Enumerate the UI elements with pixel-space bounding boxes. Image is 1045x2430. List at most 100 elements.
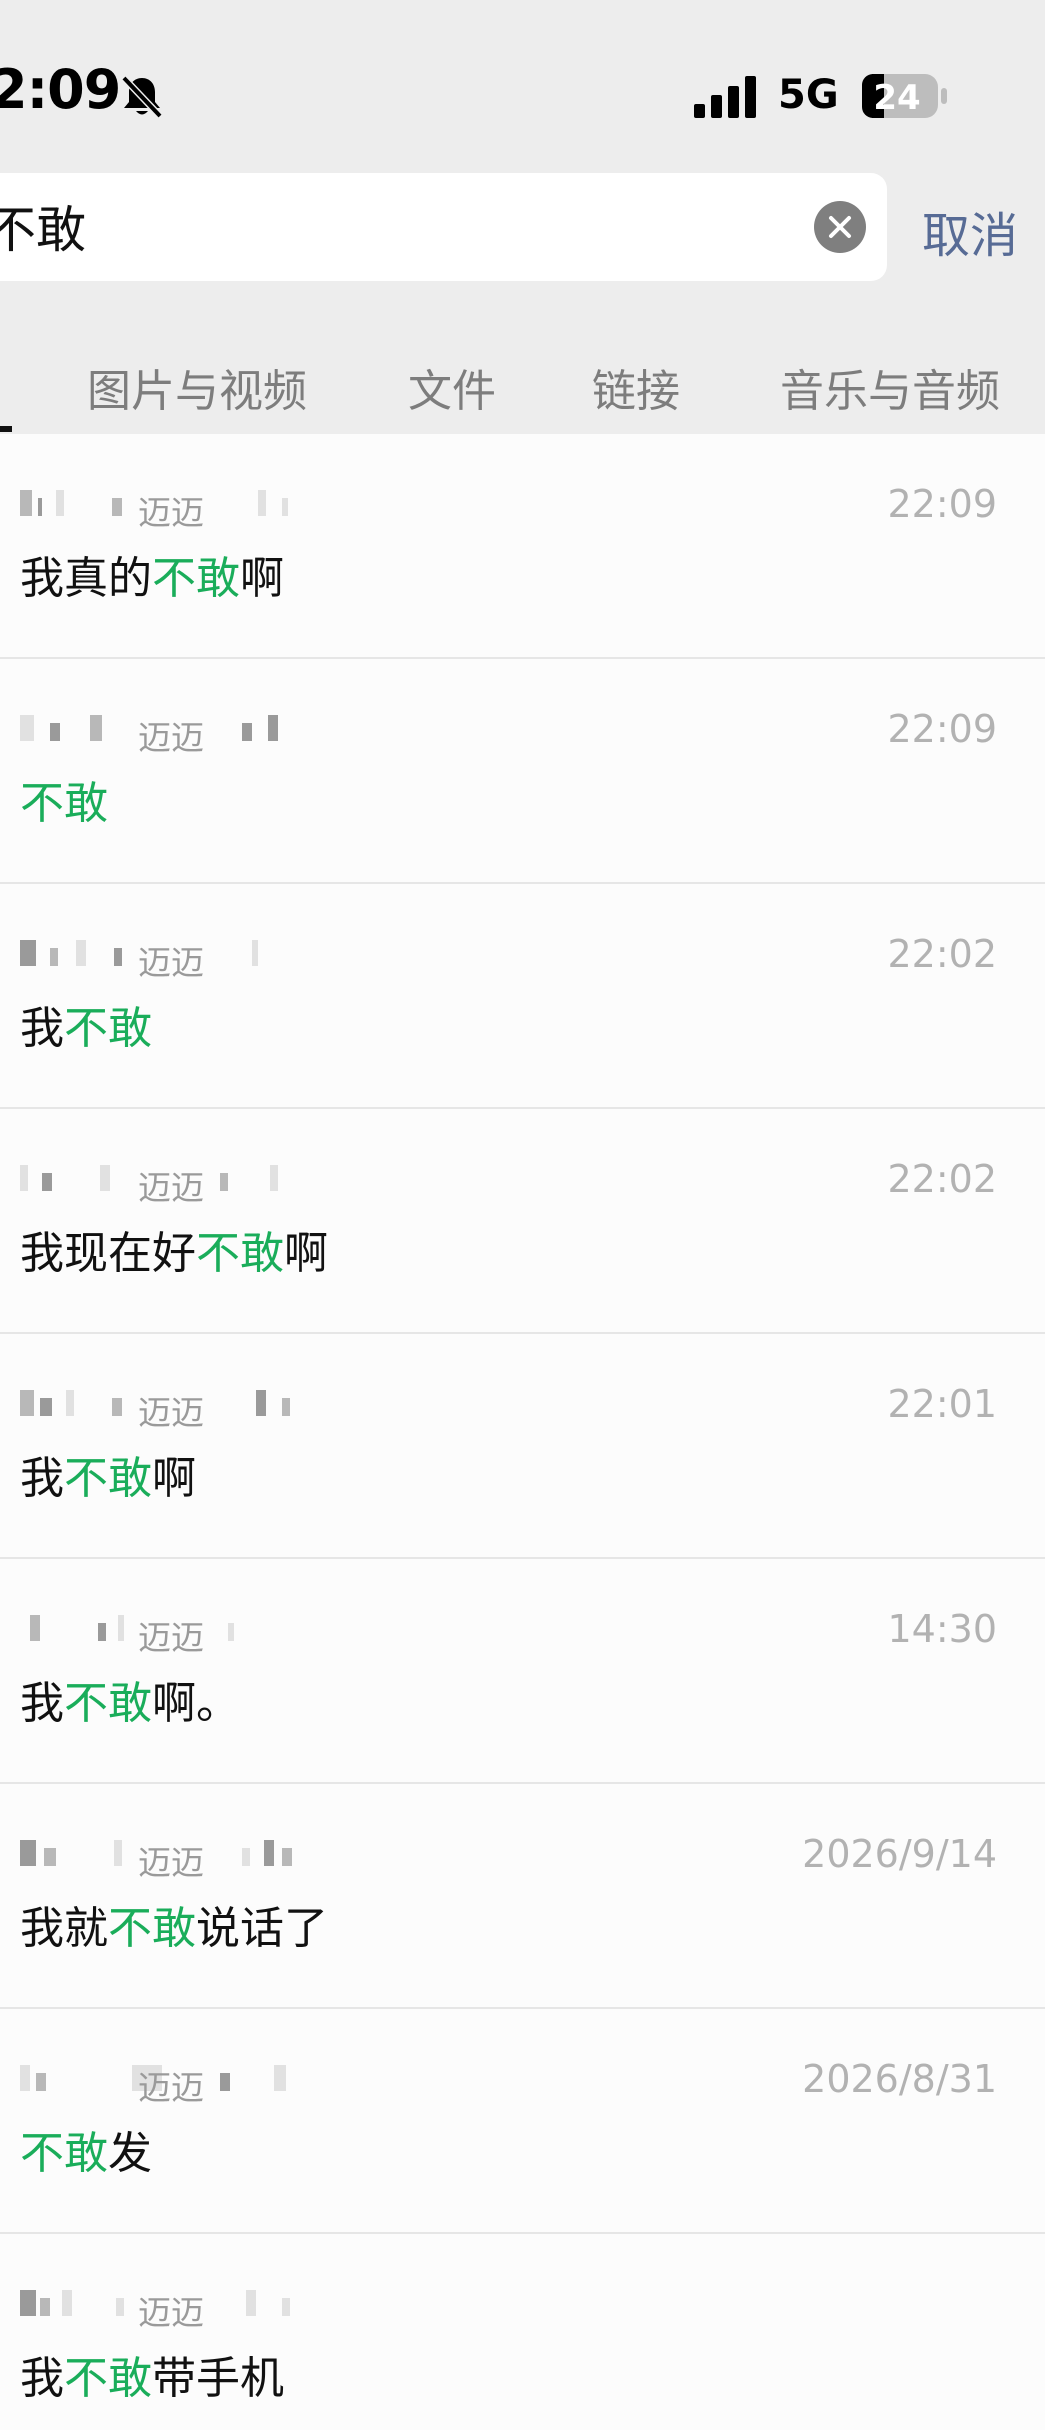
tab-links[interactable]: 链接 xyxy=(592,355,680,419)
mosaic-block xyxy=(282,1848,292,1866)
message-time: 22:09 xyxy=(887,482,997,526)
search-match-highlight: 不敢 xyxy=(20,2128,108,2179)
mosaic-block xyxy=(98,1623,106,1641)
mosaic-block xyxy=(246,2290,256,2316)
cellular-signal-icon xyxy=(694,76,756,118)
mosaic-block xyxy=(114,1840,122,1866)
mosaic-block xyxy=(242,1848,250,1866)
mosaic-block xyxy=(66,1390,74,1416)
mosaic-block xyxy=(42,1173,52,1191)
result-row[interactable]: 迈迈 2026/9/14 我就不敢说话了 xyxy=(0,1784,1045,2009)
message-time: 22:02 xyxy=(887,932,997,976)
status-time: 2:09 xyxy=(0,58,121,121)
mosaic-block xyxy=(50,723,60,741)
search-match-highlight: 不敢 xyxy=(64,1003,152,1054)
mosaic-block xyxy=(20,940,36,966)
message-text: 我 xyxy=(20,1453,64,1504)
result-row[interactable]: 迈迈 22:09 我真的不敢啊 xyxy=(0,434,1045,659)
message-text: 我现在好 xyxy=(20,1228,196,1279)
mosaic-block xyxy=(282,1398,290,1416)
sender-name: 迈迈 xyxy=(138,493,204,532)
mosaic-block xyxy=(118,1615,124,1641)
message-text: 我 xyxy=(20,2353,64,2404)
message-text: 啊 xyxy=(152,1453,196,1504)
mosaic-block xyxy=(20,2290,36,2316)
message-time: 22:02 xyxy=(887,1157,997,1201)
sender-name: 迈迈 xyxy=(138,943,204,982)
mosaic-block xyxy=(40,2298,50,2316)
message-text: 我真的 xyxy=(20,553,152,604)
message-text: 发 xyxy=(108,2128,152,2179)
search-match-highlight: 不敢 xyxy=(64,1453,152,1504)
message-text: 说话了 xyxy=(196,1903,328,1954)
clear-search-button[interactable] xyxy=(814,201,866,253)
result-row[interactable]: 迈迈 22:01 我不敢啊 xyxy=(0,1334,1045,1559)
sender-name: 迈迈 xyxy=(138,718,204,757)
tab-files[interactable]: 文件 xyxy=(408,355,496,419)
message-time: 22:09 xyxy=(887,707,997,751)
mosaic-block xyxy=(20,715,34,741)
mosaic-block xyxy=(282,498,288,516)
sender-name: 迈迈 xyxy=(138,1168,204,1207)
message-time: 2026/8/31 xyxy=(802,2057,997,2101)
mosaic-block xyxy=(20,2065,30,2091)
mosaic-block xyxy=(76,940,86,966)
mosaic-block xyxy=(20,1165,28,1191)
mosaic-block xyxy=(252,940,258,966)
mosaic-block xyxy=(62,2290,72,2316)
search-match-highlight: 不敢 xyxy=(196,1228,284,1279)
bell-muted-icon xyxy=(121,75,163,119)
mosaic-block xyxy=(242,723,252,741)
result-row[interactable]: 迈迈 22:02 我不敢 xyxy=(0,884,1045,1109)
sender-name: 迈迈 xyxy=(138,1393,204,1432)
mosaic-block xyxy=(220,1173,228,1191)
message-text: 啊 xyxy=(240,553,284,604)
sender-name: 迈迈 xyxy=(138,1843,204,1882)
message-snippet: 我不敢带手机 xyxy=(20,2342,284,2406)
message-snippet: 不敢 xyxy=(20,767,108,831)
search-input[interactable] xyxy=(0,196,766,256)
cancel-button[interactable]: 取消 xyxy=(922,196,1018,266)
mosaic-block xyxy=(220,2073,230,2091)
mosaic-block xyxy=(228,1623,234,1641)
sender-name: 迈迈 xyxy=(138,1618,204,1657)
mosaic-block xyxy=(268,715,278,741)
mosaic-block xyxy=(116,2298,124,2316)
message-text: 我就 xyxy=(20,1903,108,1954)
tab-music-audio[interactable]: 音乐与音频 xyxy=(780,355,1000,419)
mosaic-block xyxy=(282,2298,290,2316)
battery-level: 24 xyxy=(873,78,921,118)
mosaic-block xyxy=(112,1398,122,1416)
mosaic-block xyxy=(114,948,122,966)
result-row[interactable]: 迈迈 22:02 我现在好不敢啊 xyxy=(0,1109,1045,1334)
sender-name: 迈迈 xyxy=(138,2068,204,2107)
result-row[interactable]: 迈迈 22:09 不敢 xyxy=(0,659,1045,884)
tab-media[interactable]: 图片与视频 xyxy=(87,355,307,419)
close-icon xyxy=(829,216,851,238)
mosaic-block xyxy=(30,1615,40,1641)
search-match-highlight: 不敢 xyxy=(108,1903,196,1954)
message-snippet: 我就不敢说话了 xyxy=(20,1892,328,1956)
message-text: 带手机 xyxy=(152,2353,284,2404)
sender-name: 迈迈 xyxy=(138,2293,204,2332)
message-text: 我 xyxy=(20,1003,64,1054)
search-match-highlight: 不敢 xyxy=(20,778,108,829)
mosaic-block xyxy=(112,498,122,516)
message-time: 2026/9/14 xyxy=(802,1832,997,1876)
filter-tabs: 图片与视频 文件 链接 音乐与音频 xyxy=(0,355,1045,417)
message-snippet: 我现在好不敢啊 xyxy=(20,1217,328,1281)
mosaic-block xyxy=(90,715,102,741)
mosaic-block xyxy=(264,1840,274,1866)
result-row[interactable]: 迈迈 2026/8/31 不敢发 xyxy=(0,2009,1045,2234)
mosaic-block xyxy=(20,1390,34,1416)
network-type: 5G xyxy=(778,72,839,118)
mosaic-block xyxy=(40,1398,52,1416)
message-snippet: 我不敢啊 xyxy=(20,1442,196,1506)
message-snippet: 我真的不敢啊 xyxy=(20,542,284,606)
search-match-highlight: 不敢 xyxy=(64,2353,152,2404)
message-time: 14:30 xyxy=(887,1607,997,1651)
search-match-highlight: 不敢 xyxy=(64,1678,152,1729)
app-screen: 2:09 5G 24 取消 图片与视频 文件 链接 音乐与音频 迈迈 22:09 我… xyxy=(0,0,1045,2430)
result-row[interactable]: 迈迈 14:30 我不敢啊。 xyxy=(0,1559,1045,1784)
result-row[interactable]: 迈迈我不敢带手机 xyxy=(0,2234,1045,2430)
